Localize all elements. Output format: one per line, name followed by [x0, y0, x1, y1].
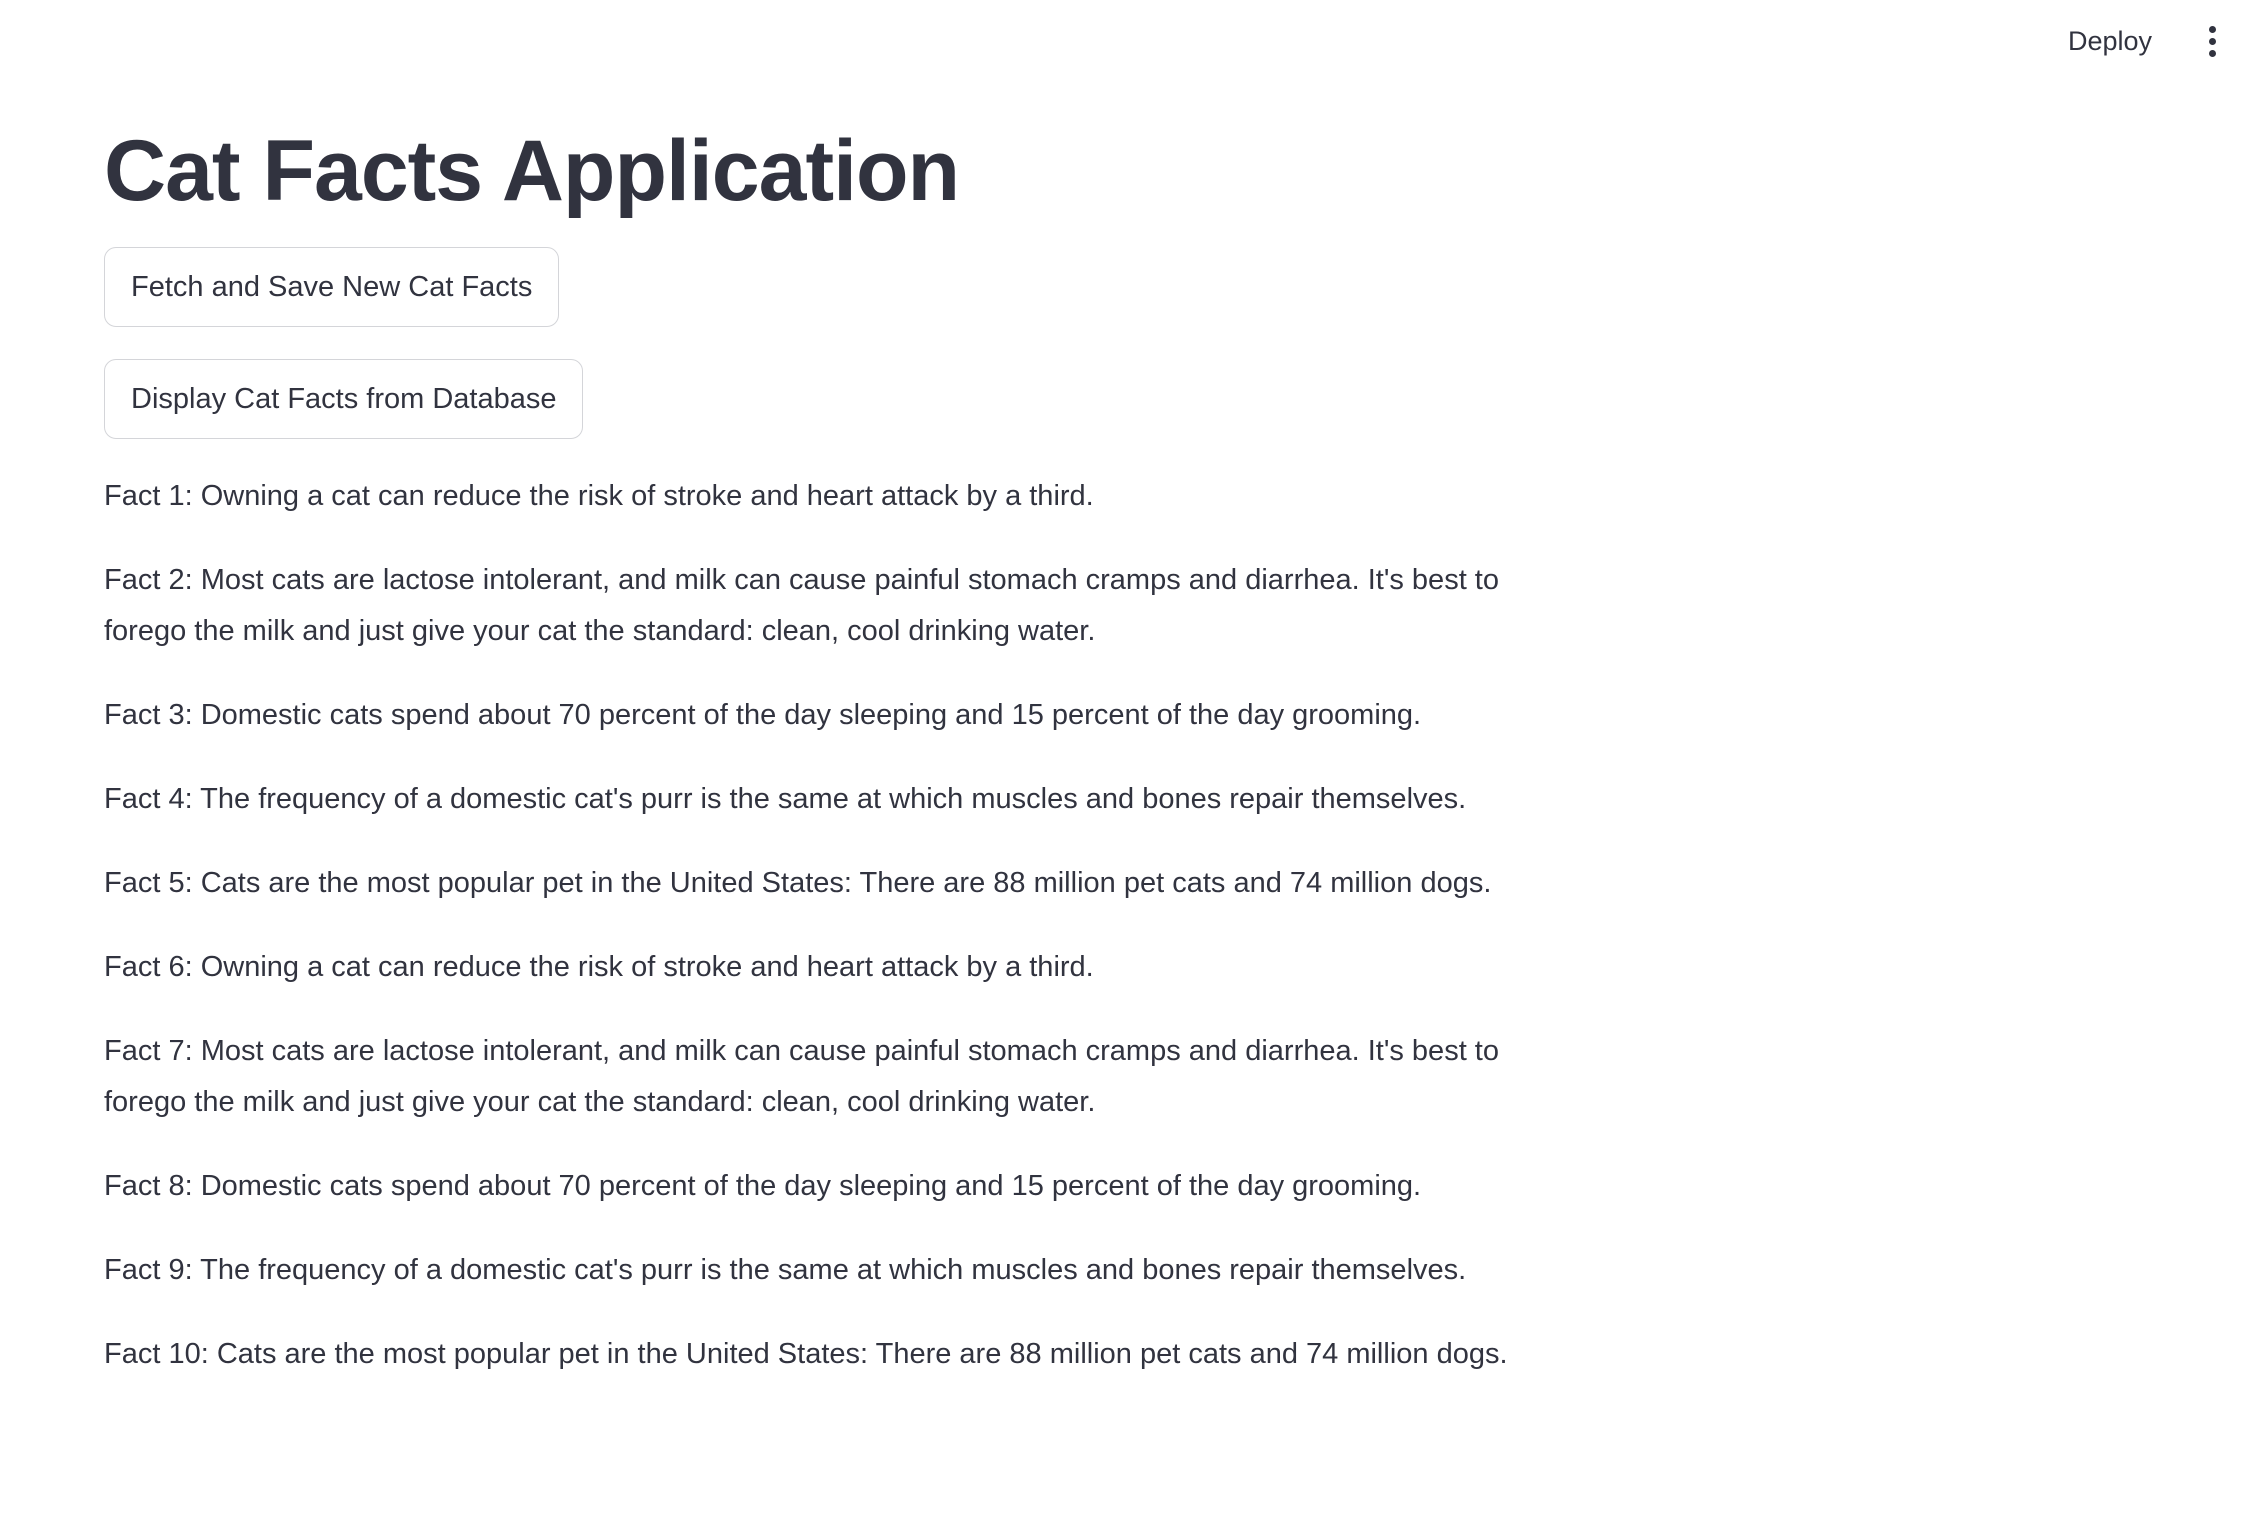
fetch-and-save-button[interactable]: Fetch and Save New Cat Facts	[104, 247, 560, 328]
main-content: Cat Facts Application Fetch and Save New…	[104, 120, 1524, 1413]
fact-item: Fact 1: Owning a cat can reduce the risk…	[104, 480, 1094, 513]
deploy-button[interactable]: Deploy	[2048, 16, 2172, 67]
fact-item: Fact 8: Domestic cats spend about 70 per…	[104, 1170, 1422, 1203]
top-toolbar: Deploy	[2048, 0, 2264, 82]
page-title: Cat Facts Application	[104, 123, 960, 219]
fact-item: Fact 4: The frequency of a domestic cat'…	[104, 783, 1467, 816]
fact-item: Fact 2: Most cats are lactose intolerant…	[104, 564, 1499, 648]
display-facts-button[interactable]: Display Cat Facts from Database	[104, 359, 584, 440]
main-menu-button[interactable]	[2190, 19, 2234, 63]
vertical-ellipsis-icon	[2208, 25, 2216, 57]
fact-item: Fact 9: The frequency of a domestic cat'…	[104, 1254, 1467, 1287]
fact-item: Fact 3: Domestic cats spend about 70 per…	[104, 699, 1422, 732]
fact-item: Fact 6: Owning a cat can reduce the risk…	[104, 951, 1094, 984]
fact-item: Fact 10: Cats are the most popular pet i…	[104, 1338, 1508, 1371]
fact-item: Fact 5: Cats are the most popular pet in…	[104, 867, 1492, 900]
facts-list: Fact 1: Owning a cat can reduce the risk…	[104, 471, 1524, 1380]
fact-item: Fact 7: Most cats are lactose intolerant…	[104, 1035, 1499, 1119]
